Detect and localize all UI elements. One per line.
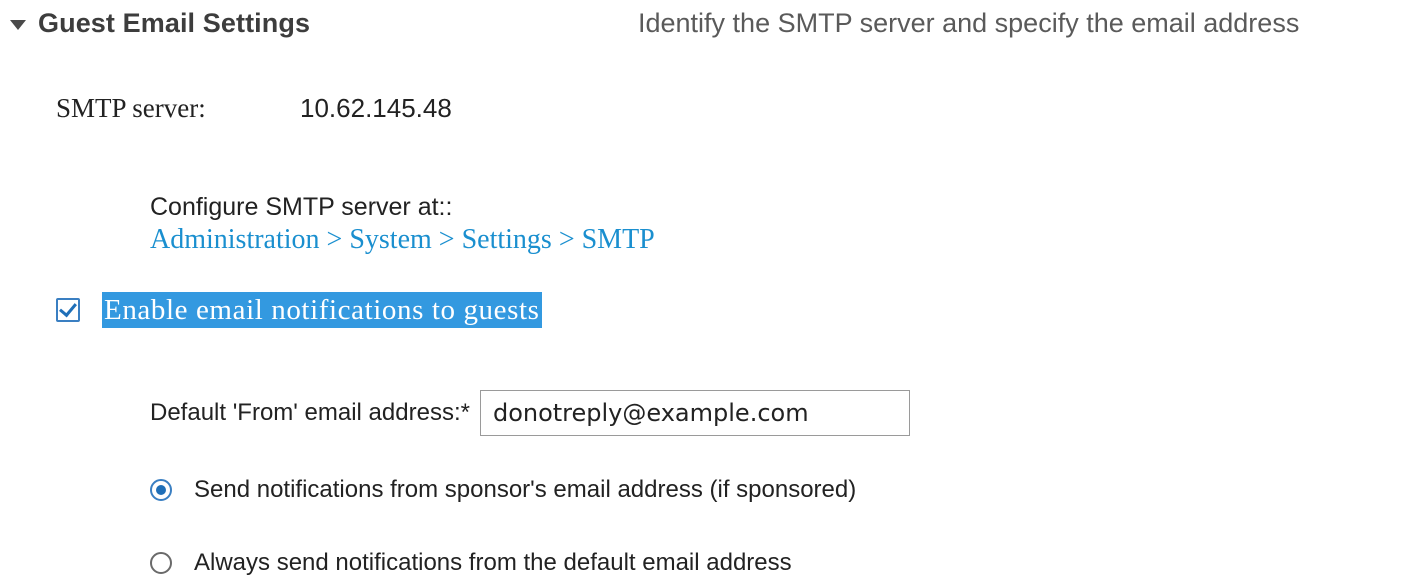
radio-dot-icon (156, 485, 166, 495)
radio-option-default-email[interactable]: Always send notifications from the defau… (150, 549, 792, 577)
enable-notifications-checkbox[interactable] (56, 298, 80, 322)
caret-down-icon[interactable] (10, 19, 26, 30)
default-from-email-row: Default 'From' email address:* (150, 390, 910, 436)
checkmark-icon (59, 298, 77, 318)
section-title: Guest Email Settings (38, 8, 311, 38)
default-from-email-input[interactable] (479, 390, 910, 436)
smtp-config-label: Configure SMTP server at:: (150, 193, 453, 221)
section-header: Guest Email Settings Identify the SMTP s… (0, 0, 1408, 52)
smtp-server-label: SMTP server: (56, 93, 206, 123)
section-collapse-toggle[interactable]: Guest Email Settings (10, 8, 310, 39)
default-from-email-label: Default 'From' email address:* (150, 399, 470, 426)
radio-option-sponsor-email[interactable]: Send notifications from sponsor's email … (150, 476, 856, 504)
smtp-settings-link[interactable]: Administration > System > Settings > SMT… (150, 224, 655, 255)
radio-button-selected[interactable] (150, 479, 172, 501)
radio-label-default-email[interactable]: Always send notifications from the defau… (194, 549, 792, 577)
enable-notifications-row: Enable email notifications to guests (56, 292, 542, 328)
radio-button-unselected[interactable] (150, 552, 172, 574)
smtp-server-value: 10.62.145.48 (300, 93, 452, 123)
smtp-config-note: Configure SMTP server at:: Administratio… (150, 192, 655, 258)
section-description: Identify the SMTP server and specify the… (638, 8, 1300, 38)
radio-label-sponsor-email[interactable]: Send notifications from sponsor's email … (194, 476, 856, 504)
enable-notifications-label[interactable]: Enable email notifications to guests (102, 292, 542, 328)
smtp-server-row: SMTP server: 10.62.145.48 (56, 93, 452, 124)
